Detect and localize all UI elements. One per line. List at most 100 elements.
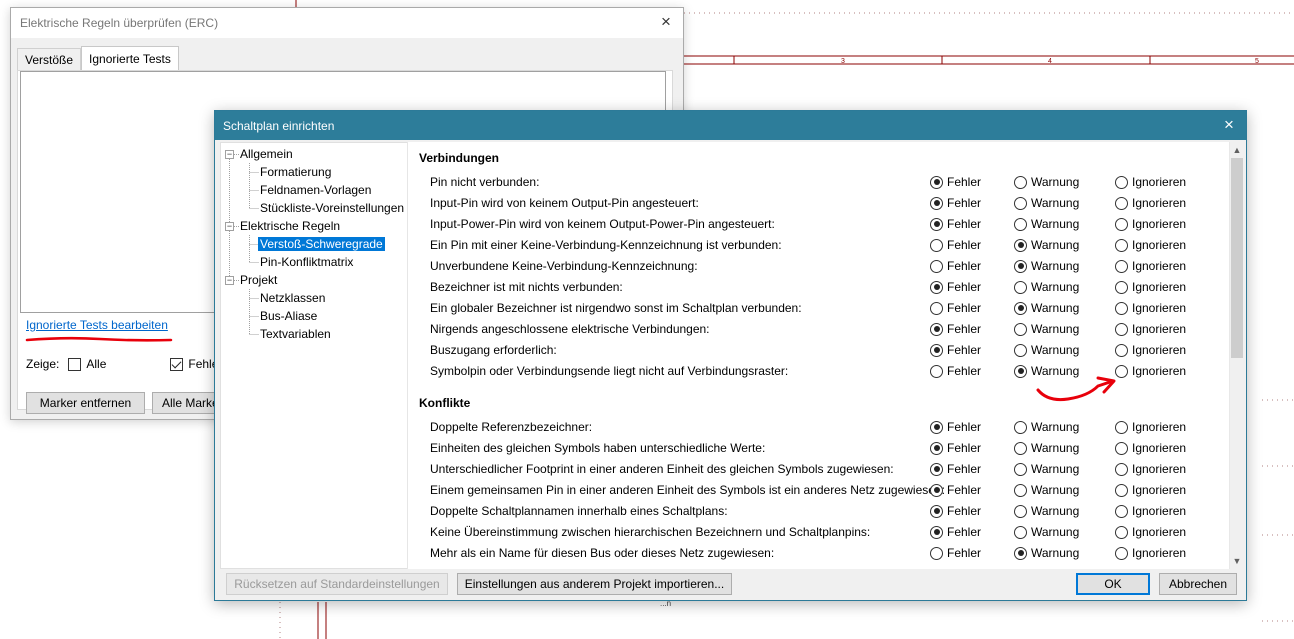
- severity-option-ignore[interactable]: Ignorieren: [1115, 322, 1186, 336]
- setup-titlebar[interactable]: Schaltplan einrichten ×: [215, 111, 1246, 140]
- severity-option-ignore[interactable]: Ignorieren: [1115, 259, 1186, 273]
- severity-radio-error[interactable]: [930, 525, 943, 539]
- tree-item-verstoss-schweregrade[interactable]: Verstoß-Schweregrade: [258, 236, 385, 253]
- severity-option-warning[interactable]: Warnung: [1014, 483, 1079, 497]
- severity-option-ignore[interactable]: Ignorieren: [1115, 483, 1186, 497]
- severity-radio-error[interactable]: [930, 546, 943, 560]
- severity-radio-error[interactable]: [930, 462, 943, 476]
- severity-option-ignore[interactable]: Ignorieren: [1115, 441, 1186, 455]
- severity-option-error[interactable]: Fehler: [930, 546, 981, 560]
- severity-radio-warning[interactable]: [1014, 483, 1027, 497]
- tree-item-allgemein[interactable]: Allgemein: [240, 146, 293, 163]
- severity-radio-error[interactable]: [930, 280, 943, 294]
- severity-radio-ignore[interactable]: [1115, 196, 1128, 210]
- severity-radio-warning[interactable]: [1014, 525, 1027, 539]
- scroll-down-icon[interactable]: ▼: [1230, 553, 1244, 569]
- severity-radio-ignore[interactable]: [1115, 175, 1128, 189]
- severity-option-ignore[interactable]: Ignorieren: [1115, 175, 1186, 189]
- severity-radio-ignore[interactable]: [1115, 462, 1128, 476]
- severity-radio-error[interactable]: [930, 483, 943, 497]
- severity-radio-ignore[interactable]: [1115, 280, 1128, 294]
- severity-option-ignore[interactable]: Ignorieren: [1115, 280, 1186, 294]
- severity-option-error[interactable]: Fehler: [930, 462, 981, 476]
- severity-option-warning[interactable]: Warnung: [1014, 420, 1079, 434]
- severity-radio-error[interactable]: [930, 259, 943, 273]
- severity-option-warning[interactable]: Warnung: [1014, 462, 1079, 476]
- severity-radio-warning[interactable]: [1014, 175, 1027, 189]
- severity-radio-warning[interactable]: [1014, 301, 1027, 315]
- severity-option-warning[interactable]: Warnung: [1014, 343, 1079, 357]
- severity-option-error[interactable]: Fehler: [930, 238, 981, 252]
- tab-ignorierte-tests[interactable]: Ignorierte Tests: [81, 46, 179, 70]
- tree-item-formatierung[interactable]: Formatierung: [260, 164, 331, 181]
- filter-all-checkbox[interactable]: [68, 357, 82, 371]
- severity-option-error[interactable]: Fehler: [930, 441, 981, 455]
- tree-item-netzklassen[interactable]: Netzklassen: [260, 290, 325, 307]
- severity-radio-warning[interactable]: [1014, 420, 1027, 434]
- severity-option-ignore[interactable]: Ignorieren: [1115, 420, 1186, 434]
- cancel-button[interactable]: Abbrechen: [1159, 573, 1237, 595]
- severity-option-warning[interactable]: Warnung: [1014, 259, 1079, 273]
- severity-radio-ignore[interactable]: [1115, 217, 1128, 231]
- tree-item-elektrische-regeln[interactable]: Elektrische Regeln: [240, 218, 340, 235]
- severity-option-error[interactable]: Fehler: [930, 483, 981, 497]
- scroll-up-icon[interactable]: ▲: [1230, 142, 1244, 158]
- vertical-scrollbar[interactable]: ▲ ▼: [1229, 142, 1243, 569]
- severity-option-ignore[interactable]: Ignorieren: [1115, 504, 1186, 518]
- severity-radio-ignore[interactable]: [1115, 525, 1128, 539]
- severity-radio-warning[interactable]: [1014, 238, 1027, 252]
- severity-radio-warning[interactable]: [1014, 364, 1027, 378]
- severity-option-ignore[interactable]: Ignorieren: [1115, 217, 1186, 231]
- tree-collapse-allgemein-icon[interactable]: −: [225, 150, 234, 159]
- tree-collapse-elektrische-regeln-icon[interactable]: −: [225, 222, 234, 231]
- tab-verstoesse[interactable]: Verstöße: [17, 48, 82, 70]
- severity-option-ignore[interactable]: Ignorieren: [1115, 301, 1186, 315]
- severity-option-error[interactable]: Fehler: [930, 504, 981, 518]
- severity-radio-ignore[interactable]: [1115, 441, 1128, 455]
- reset-defaults-button[interactable]: Rücksetzen auf Standardeinstellungen: [226, 573, 448, 595]
- severity-option-warning[interactable]: Warnung: [1014, 301, 1079, 315]
- setup-close-icon[interactable]: ×: [1220, 116, 1238, 134]
- severity-option-ignore[interactable]: Ignorieren: [1115, 196, 1186, 210]
- severity-radio-error[interactable]: [930, 238, 943, 252]
- severity-option-error[interactable]: Fehler: [930, 322, 981, 336]
- severity-radio-error[interactable]: [930, 420, 943, 434]
- severity-option-ignore[interactable]: Ignorieren: [1115, 238, 1186, 252]
- severity-option-error[interactable]: Fehler: [930, 259, 981, 273]
- severity-option-warning[interactable]: Warnung: [1014, 504, 1079, 518]
- severity-option-error[interactable]: Fehler: [930, 343, 981, 357]
- severity-option-error[interactable]: Fehler: [930, 175, 981, 189]
- severity-option-warning[interactable]: Warnung: [1014, 217, 1079, 231]
- severity-option-error[interactable]: Fehler: [930, 280, 981, 294]
- severity-option-error[interactable]: Fehler: [930, 217, 981, 231]
- severity-radio-warning[interactable]: [1014, 217, 1027, 231]
- severity-option-ignore[interactable]: Ignorieren: [1115, 364, 1186, 378]
- severity-radio-ignore[interactable]: [1115, 546, 1128, 560]
- severity-option-error[interactable]: Fehler: [930, 196, 981, 210]
- severity-radio-ignore[interactable]: [1115, 238, 1128, 252]
- severity-radio-ignore[interactable]: [1115, 301, 1128, 315]
- severity-radio-warning[interactable]: [1014, 462, 1027, 476]
- severity-option-error[interactable]: Fehler: [930, 525, 981, 539]
- severity-radio-error[interactable]: [930, 504, 943, 518]
- remove-markers-button[interactable]: Marker entfernen: [26, 392, 145, 414]
- severity-radio-warning[interactable]: [1014, 322, 1027, 336]
- severity-radio-ignore[interactable]: [1115, 420, 1128, 434]
- import-settings-button[interactable]: Einstellungen aus anderem Projekt import…: [457, 573, 732, 595]
- severity-radio-ignore[interactable]: [1115, 483, 1128, 497]
- severity-option-ignore[interactable]: Ignorieren: [1115, 462, 1186, 476]
- severity-radio-ignore[interactable]: [1115, 259, 1128, 273]
- severity-radio-warning[interactable]: [1014, 259, 1027, 273]
- ok-button[interactable]: OK: [1076, 573, 1150, 595]
- tree-item-bus-aliase[interactable]: Bus-Aliase: [260, 308, 317, 325]
- severity-radio-warning[interactable]: [1014, 343, 1027, 357]
- severity-option-warning[interactable]: Warnung: [1014, 238, 1079, 252]
- severity-radio-ignore[interactable]: [1115, 322, 1128, 336]
- severity-option-ignore[interactable]: Ignorieren: [1115, 525, 1186, 539]
- severity-radio-warning[interactable]: [1014, 504, 1027, 518]
- severity-radio-ignore[interactable]: [1115, 504, 1128, 518]
- severity-radio-error[interactable]: [930, 301, 943, 315]
- severity-radio-warning[interactable]: [1014, 196, 1027, 210]
- severity-option-warning[interactable]: Warnung: [1014, 525, 1079, 539]
- severity-radio-error[interactable]: [930, 196, 943, 210]
